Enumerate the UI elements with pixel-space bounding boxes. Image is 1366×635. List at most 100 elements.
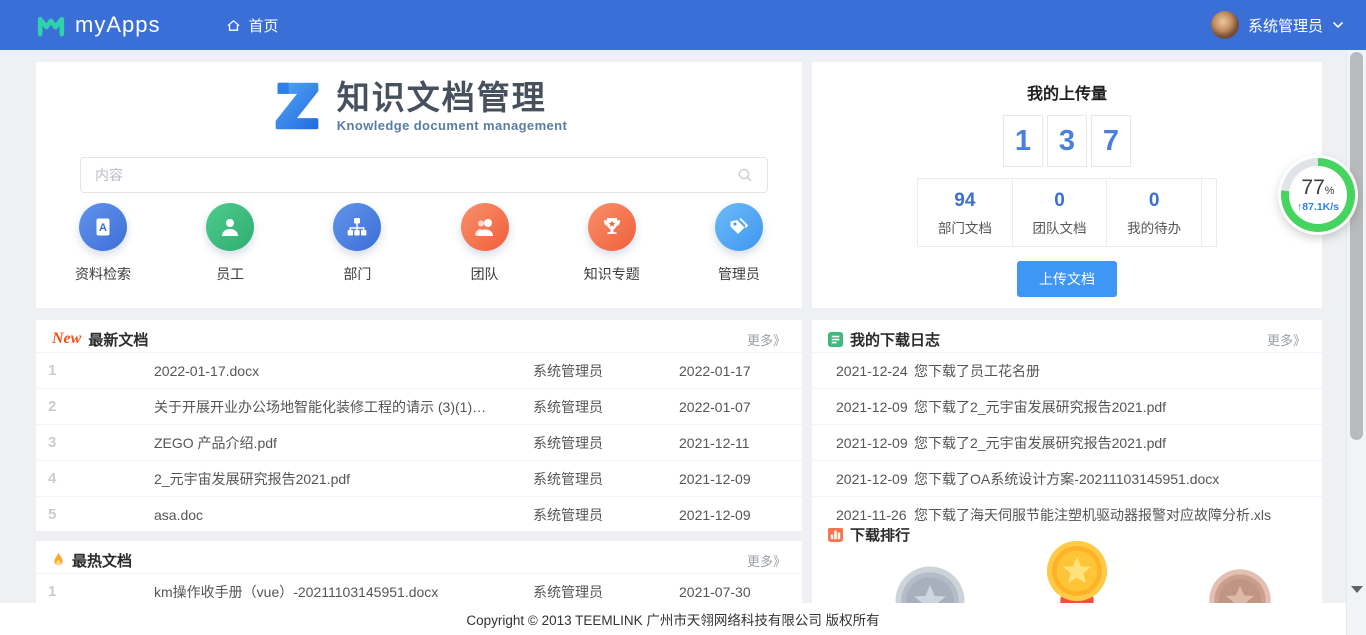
upload-doc-button[interactable]: 上传文档 xyxy=(1017,261,1117,297)
row-index: 5 xyxy=(36,506,118,523)
flame-icon xyxy=(52,552,65,569)
doc-row[interactable]: 4 2_元宇宙发展研究报告2021.pdf 系统管理员 2021-12-09 xyxy=(36,460,802,496)
gold-medal-icon: NO.1 xyxy=(1045,540,1109,603)
doc-row[interactable]: 2 关于开展开业办公场地智能化装修工程的请示 (3)(1).docx 系统管理员… xyxy=(36,388,802,424)
doc-date: 2021-07-30 xyxy=(648,584,802,600)
upload-panel: 我的上传量 1 3 7 94 部门文档 0 团队文档 0 我的待办 上传文档 xyxy=(812,62,1322,308)
nav-item-home[interactable]: 首页 xyxy=(216,0,288,50)
footer: Copyright © 2013 TEEMLINK 广州市天翎网络科技有限公司 … xyxy=(0,603,1346,635)
doc-row[interactable]: 3 ZEGO 产品介绍.pdf 系统管理员 2021-12-11 xyxy=(36,424,802,460)
app-label: 部门 xyxy=(312,264,402,284)
trophy-icon xyxy=(588,203,636,251)
app-department[interactable]: 部门 xyxy=(312,203,402,284)
latest-docs-panel: New 最新文档 更多》 1 2022-01-17.docx 系统管理员 202… xyxy=(36,320,802,531)
app-admin[interactable]: 管理员 xyxy=(694,203,784,284)
download-text: 您下载了2_元宇宙发展研究报告2021.pdf xyxy=(914,433,1322,453)
doc-owner: 系统管理员 xyxy=(488,469,648,489)
stat-value: 0 xyxy=(1107,190,1201,213)
download-text: 您下载了2_元宇宙发展研究报告2021.pdf xyxy=(914,397,1322,417)
app-label: 知识专题 xyxy=(567,264,657,284)
row-index: 1 xyxy=(36,583,118,600)
app-label: 管理员 xyxy=(694,264,784,284)
download-log-header: 我的下载日志 更多》 xyxy=(812,320,1322,352)
app-data-search[interactable]: A 资料检索 xyxy=(58,203,148,284)
doc-row[interactable]: 1 km操作收手册（vue）-20211103145951.docx 系统管理员… xyxy=(36,573,802,603)
user-menu[interactable]: 系统管理员 xyxy=(1211,11,1344,39)
hot-docs-header: 最热文档 更多》 xyxy=(36,541,802,573)
more-link[interactable]: 更多》 xyxy=(1267,330,1306,349)
bronze-medal-icon xyxy=(1208,568,1272,603)
download-date: 2021-12-09 xyxy=(836,471,914,487)
app-label: 资料检索 xyxy=(58,264,148,284)
more-link[interactable]: 更多》 xyxy=(747,330,786,349)
doc-row[interactable]: 5 asa.doc 系统管理员 2021-12-09 xyxy=(36,496,802,531)
doc-title: 2_元宇宙发展研究报告2021.pdf xyxy=(118,469,488,489)
hero-panel: 知识文档管理 Knowledge document management A 资… xyxy=(36,62,802,308)
download-text: 您下载了OA系统设计方案-20211103145951.docx xyxy=(914,469,1322,489)
progress-ring-inner: 77% ↑87.1K/s xyxy=(1289,166,1347,224)
copyright-text: Copyright © 2013 TEEMLINK 广州市天翎网络科技有限公司 … xyxy=(466,609,879,629)
search-input[interactable] xyxy=(81,167,737,183)
section-title: 最新文档 xyxy=(88,329,148,350)
stat-label: 团队文档 xyxy=(1013,217,1107,237)
stat-label: 我的待办 xyxy=(1107,217,1201,237)
app-label: 员工 xyxy=(185,264,275,284)
progress-percent: 77% xyxy=(1301,177,1334,198)
app-knowledge-topics[interactable]: 知识专题 xyxy=(567,203,657,284)
scrollbar-down-arrow-icon[interactable] xyxy=(1351,586,1363,593)
new-badge-icon: New xyxy=(52,331,81,347)
doc-date: 2022-01-17 xyxy=(648,363,802,379)
section-title: 最热文档 xyxy=(72,550,132,571)
doc-date: 2022-01-07 xyxy=(648,399,802,415)
brand-m-icon xyxy=(36,12,66,38)
app-team[interactable]: 团队 xyxy=(440,203,530,284)
more-link[interactable]: 更多》 xyxy=(747,551,786,570)
doc-row[interactable]: 1 2022-01-17.docx 系统管理员 2022-01-17 xyxy=(36,352,802,388)
stat-value: 0 xyxy=(1013,190,1107,213)
download-date: 2021-12-09 xyxy=(836,399,914,415)
stat-value: 94 xyxy=(918,190,1012,213)
doc-title: 2022-01-17.docx xyxy=(118,363,488,379)
app-employee[interactable]: 员工 xyxy=(185,203,275,284)
scrollbar-thumb[interactable] xyxy=(1350,52,1363,440)
chevron-down-icon xyxy=(1332,21,1344,29)
download-date: 2021-11-26 xyxy=(836,507,914,523)
doc-title: asa.doc xyxy=(118,507,488,523)
upload-count-digits: 1 3 7 xyxy=(812,115,1322,167)
stat-team-docs[interactable]: 0 团队文档 xyxy=(1013,179,1108,246)
app-logo: 知识文档管理 Knowledge document management xyxy=(36,62,802,135)
latest-docs-header: New 最新文档 更多》 xyxy=(36,320,802,352)
section-title: 我的下载日志 xyxy=(850,329,940,350)
doc-owner: 系统管理员 xyxy=(488,582,648,602)
employee-icon xyxy=(206,203,254,251)
row-index: 3 xyxy=(36,434,118,451)
page-title: 知识文档管理 xyxy=(337,79,567,117)
page-subtitle: Knowledge document management xyxy=(337,118,567,133)
doc-owner: 系统管理员 xyxy=(488,433,648,453)
doc-owner: 系统管理员 xyxy=(488,505,648,525)
org-chart-icon xyxy=(333,203,381,251)
hot-docs-panel: 最热文档 更多》 1 km操作收手册（vue）-20211103145951.d… xyxy=(36,541,802,603)
avatar xyxy=(1211,11,1239,39)
stat-label: 部门文档 xyxy=(918,217,1012,237)
stat-dept-docs[interactable]: 94 部门文档 xyxy=(918,179,1013,246)
download-row[interactable]: 2021-12-24 您下载了员工花名册 xyxy=(812,352,1322,388)
navbar: myApps 首页 系统管理员 xyxy=(0,0,1366,50)
progress-speed: ↑87.1K/s xyxy=(1297,201,1339,213)
row-index: 1 xyxy=(36,362,118,379)
download-row[interactable]: 2021-12-09 您下载了2_元宇宙发展研究报告2021.pdf xyxy=(812,424,1322,460)
upload-progress-widget[interactable]: 77% ↑87.1K/s xyxy=(1281,158,1355,232)
stat-my-todos[interactable]: 0 我的待办 xyxy=(1107,179,1202,246)
download-text: 您下载了员工花名册 xyxy=(914,361,1322,381)
download-row[interactable]: 2021-11-26 您下载了海天伺服节能注塑机驱动器报警对应故障分析.xls xyxy=(812,496,1322,528)
doc-title: km操作收手册（vue）-20211103145951.docx xyxy=(118,582,488,602)
doc-date: 2021-12-09 xyxy=(648,471,802,487)
brand-name: myApps xyxy=(75,12,160,38)
download-row[interactable]: 2021-12-09 您下载了2_元宇宙发展研究报告2021.pdf xyxy=(812,388,1322,424)
search-icon[interactable] xyxy=(737,167,753,183)
download-row[interactable]: 2021-12-09 您下载了OA系统设计方案-20211103145951.d… xyxy=(812,460,1322,496)
scrollbar-track[interactable] xyxy=(1346,50,1366,635)
brand[interactable]: myApps xyxy=(36,12,160,38)
screen: myApps 首页 系统管理员 xyxy=(0,0,1366,635)
digit-box: 3 xyxy=(1047,115,1087,167)
